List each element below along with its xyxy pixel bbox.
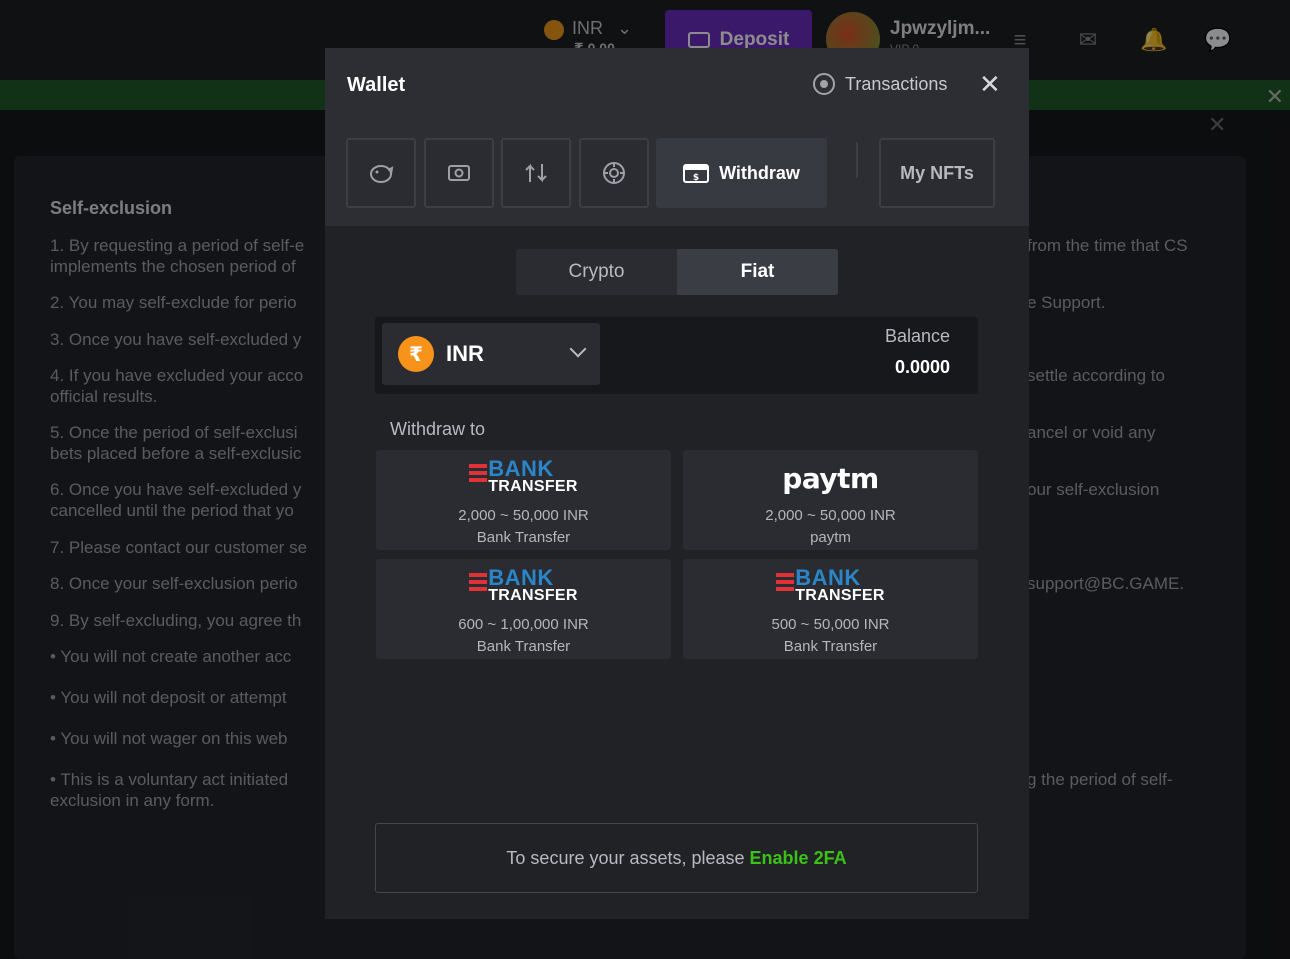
currency-code: INR [446, 341, 484, 366]
swap-button[interactable] [501, 138, 571, 208]
enable-2fa-link[interactable]: Enable 2FA [750, 848, 847, 869]
transactions-label: Transactions [845, 73, 948, 94]
withdraw-tab[interactable]: $ Withdraw [656, 138, 827, 208]
method-paytm[interactable]: paytm 2,000 ~ 50,000 INR paytm [683, 450, 978, 550]
bank-transfer-logo: BANK TRANSFER [376, 456, 671, 498]
logo-text: BANK [488, 565, 554, 590]
wallet-title: Wallet [347, 74, 406, 96]
divider [856, 142, 858, 178]
logo-text: BANK [488, 456, 554, 481]
method-range: 600 ~ 1,00,000 INR [458, 616, 589, 633]
chevron-down-icon [569, 340, 587, 358]
crypto-fiat-toggle: Crypto Fiat [516, 249, 838, 295]
method-name: paytm [810, 529, 851, 546]
method-range: 2,000 ~ 50,000 INR [458, 507, 589, 524]
method-name: Bank Transfer [476, 638, 571, 655]
method-bank-transfer[interactable]: BANK TRANSFER 500 ~ 50,000 INR Bank Tran… [683, 559, 978, 659]
bank-transfer-logo: BANK TRANSFER [683, 565, 978, 607]
method-bank-transfer[interactable]: BANK TRANSFER 600 ~ 1,00,000 INR Bank Tr… [376, 559, 671, 659]
balance-label: Balance [884, 326, 950, 346]
piggy-bank-icon [370, 165, 394, 183]
balance-value: 0.0000 [894, 357, 950, 377]
vault-icon [603, 162, 625, 184]
withdraw-label: Withdraw [719, 162, 800, 183]
bank-transfer-logo: BANK TRANSFER [376, 565, 671, 607]
withdraw-icon: $ [683, 164, 710, 183]
logo-text: BANK [795, 565, 861, 590]
method-name: Bank Transfer [476, 529, 571, 546]
transactions-link[interactable]: Transactions [813, 73, 947, 95]
method-name: Bank Transfer [783, 638, 878, 655]
vault-button[interactable] [579, 138, 649, 208]
buy-crypto-button[interactable] [424, 138, 494, 208]
cash-icon [448, 165, 470, 181]
logo-text: TRANSFER [795, 587, 885, 604]
logo-text: TRANSFER [488, 478, 578, 495]
rupee-icon: ₹ [398, 336, 434, 372]
withdraw-to-label: Withdraw to [390, 419, 486, 439]
swap-icon [525, 163, 547, 183]
logo-text: TRANSFER [488, 587, 578, 604]
wallet-modal: Wallet Transactions ✕ $ Withdraw My NFTs… [325, 48, 1029, 919]
wallet-header: Wallet Transactions ✕ $ Withdraw My NFTs [325, 48, 1029, 226]
method-range: 2,000 ~ 50,000 INR [765, 507, 896, 524]
deposit-tab-button[interactable] [346, 138, 416, 208]
method-bank-transfer[interactable]: BANK TRANSFER 2,000 ~ 50,000 INR Bank Tr… [376, 450, 671, 550]
close-icon[interactable]: ✕ [979, 70, 1001, 98]
tab-fiat[interactable]: Fiat [677, 249, 838, 295]
my-nfts-button[interactable]: My NFTs [879, 138, 995, 208]
secure-text: To secure your assets, please [506, 847, 745, 868]
currency-select[interactable]: ₹ INR [382, 323, 600, 385]
currency-balance-box: ₹ INR Balance 0.0000 [375, 317, 978, 394]
transactions-icon [813, 73, 835, 95]
tab-crypto[interactable]: Crypto [516, 249, 677, 295]
paytm-logo: paytm [782, 462, 879, 495]
enable-2fa-notice: To secure your assets, please Enable 2FA [375, 823, 978, 893]
svg-text:$: $ [693, 173, 699, 183]
method-range: 500 ~ 50,000 INR [771, 616, 890, 633]
